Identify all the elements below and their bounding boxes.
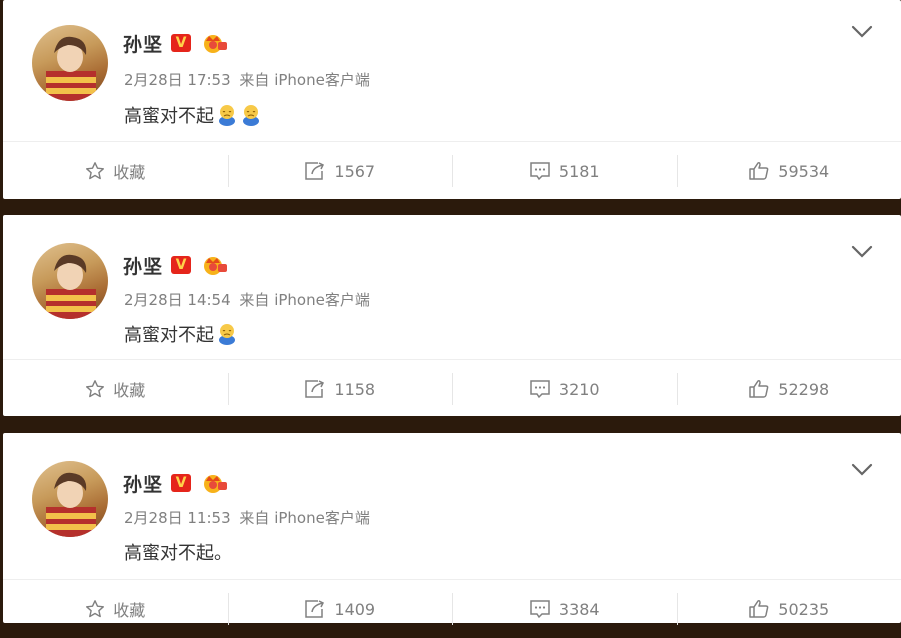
user-name[interactable]: 孙坚 [123, 252, 163, 279]
post-meta: 2月28日 17:53 来自 iPhone客户端 [124, 69, 374, 90]
avatar[interactable] [32, 243, 108, 319]
post-text: 高蜜对不起。 [124, 539, 232, 565]
post-source: 来自 iPhone客户端 [239, 71, 369, 89]
vip-crown-icon [201, 32, 227, 54]
post-card: 孙坚 V 2月28日 11:53 来自 iPhone客户端 高蜜对不起。 收藏 [3, 433, 901, 623]
comment-icon [529, 599, 551, 619]
verified-badge: V [171, 474, 191, 492]
like-button[interactable]: 59534 [677, 142, 901, 200]
post-content: 高蜜对不起 [124, 102, 262, 128]
like-count: 59534 [778, 162, 829, 181]
comment-icon [529, 161, 551, 181]
post-source: 来自 iPhone客户端 [239, 509, 369, 527]
chevron-down-icon[interactable] [851, 245, 873, 259]
user-name[interactable]: 孙坚 [123, 470, 163, 497]
favorite-label: 收藏 [113, 597, 145, 621]
post-meta: 2月28日 11:53 来自 iPhone客户端 [124, 507, 374, 528]
post-meta: 2月28日 14:54 来自 iPhone客户端 [124, 289, 374, 310]
user-name[interactable]: 孙坚 [123, 30, 163, 57]
comment-button[interactable]: 3384 [452, 580, 677, 638]
action-bar: 收藏 1567 5181 59534 [3, 141, 901, 200]
comment-button[interactable]: 3210 [452, 360, 677, 418]
favorite-label: 收藏 [113, 377, 145, 401]
post-text: 高蜜对不起 [124, 102, 214, 128]
verified-badge: V [171, 256, 191, 274]
repost-count: 1567 [334, 162, 375, 181]
post-card: 孙坚 V 2月28日 17:53 来自 iPhone客户端 高蜜对不起 [3, 0, 901, 199]
star-icon [85, 161, 105, 181]
comment-button[interactable]: 5181 [452, 142, 677, 200]
like-button[interactable]: 52298 [677, 360, 901, 418]
avatar[interactable] [32, 461, 108, 537]
weibo-feed: 孙坚 V 2月28日 17:53 来自 iPhone客户端 高蜜对不起 [0, 0, 901, 616]
thumbs-up-icon [748, 161, 770, 181]
post-time[interactable]: 2月28日 14:54 [124, 291, 231, 309]
like-button[interactable]: 50235 [677, 580, 901, 638]
favorite-label: 收藏 [113, 159, 145, 183]
avatar[interactable] [32, 25, 108, 101]
repost-icon [304, 599, 326, 619]
favorite-button[interactable]: 收藏 [3, 580, 228, 638]
thumbs-up-icon [748, 599, 770, 619]
repost-button[interactable]: 1409 [228, 580, 453, 638]
comment-count: 3210 [559, 380, 600, 399]
favorite-button[interactable]: 收藏 [3, 360, 228, 418]
repost-count: 1158 [334, 380, 375, 399]
post-content: 高蜜对不起 [124, 321, 238, 347]
post-time[interactable]: 2月28日 11:53 [124, 509, 231, 527]
post-text: 高蜜对不起 [124, 321, 214, 347]
chevron-down-icon[interactable] [851, 463, 873, 477]
like-count: 52298 [778, 380, 829, 399]
comment-icon [529, 379, 551, 399]
post-source: 来自 iPhone客户端 [239, 291, 369, 309]
sad-face-emoji [216, 322, 238, 346]
vip-crown-icon [201, 472, 227, 494]
repost-button[interactable]: 1567 [228, 142, 453, 200]
chevron-down-icon[interactable] [851, 25, 873, 39]
star-icon [85, 379, 105, 399]
sad-face-emoji [240, 103, 262, 127]
action-bar: 收藏 1158 3210 52298 [3, 359, 901, 418]
repost-button[interactable]: 1158 [228, 360, 453, 418]
post-card: 孙坚 V 2月28日 14:54 来自 iPhone客户端 高蜜对不起 [3, 215, 901, 416]
comment-count: 5181 [559, 162, 600, 181]
thumbs-up-icon [748, 379, 770, 399]
sad-face-emoji [216, 103, 238, 127]
vip-crown-icon [201, 254, 227, 276]
repost-icon [304, 379, 326, 399]
favorite-button[interactable]: 收藏 [3, 142, 228, 200]
repost-icon [304, 161, 326, 181]
post-time[interactable]: 2月28日 17:53 [124, 71, 231, 89]
action-bar: 收藏 1409 3384 50235 [3, 579, 901, 638]
verified-badge: V [171, 34, 191, 52]
post-content: 高蜜对不起。 [124, 539, 232, 565]
star-icon [85, 599, 105, 619]
